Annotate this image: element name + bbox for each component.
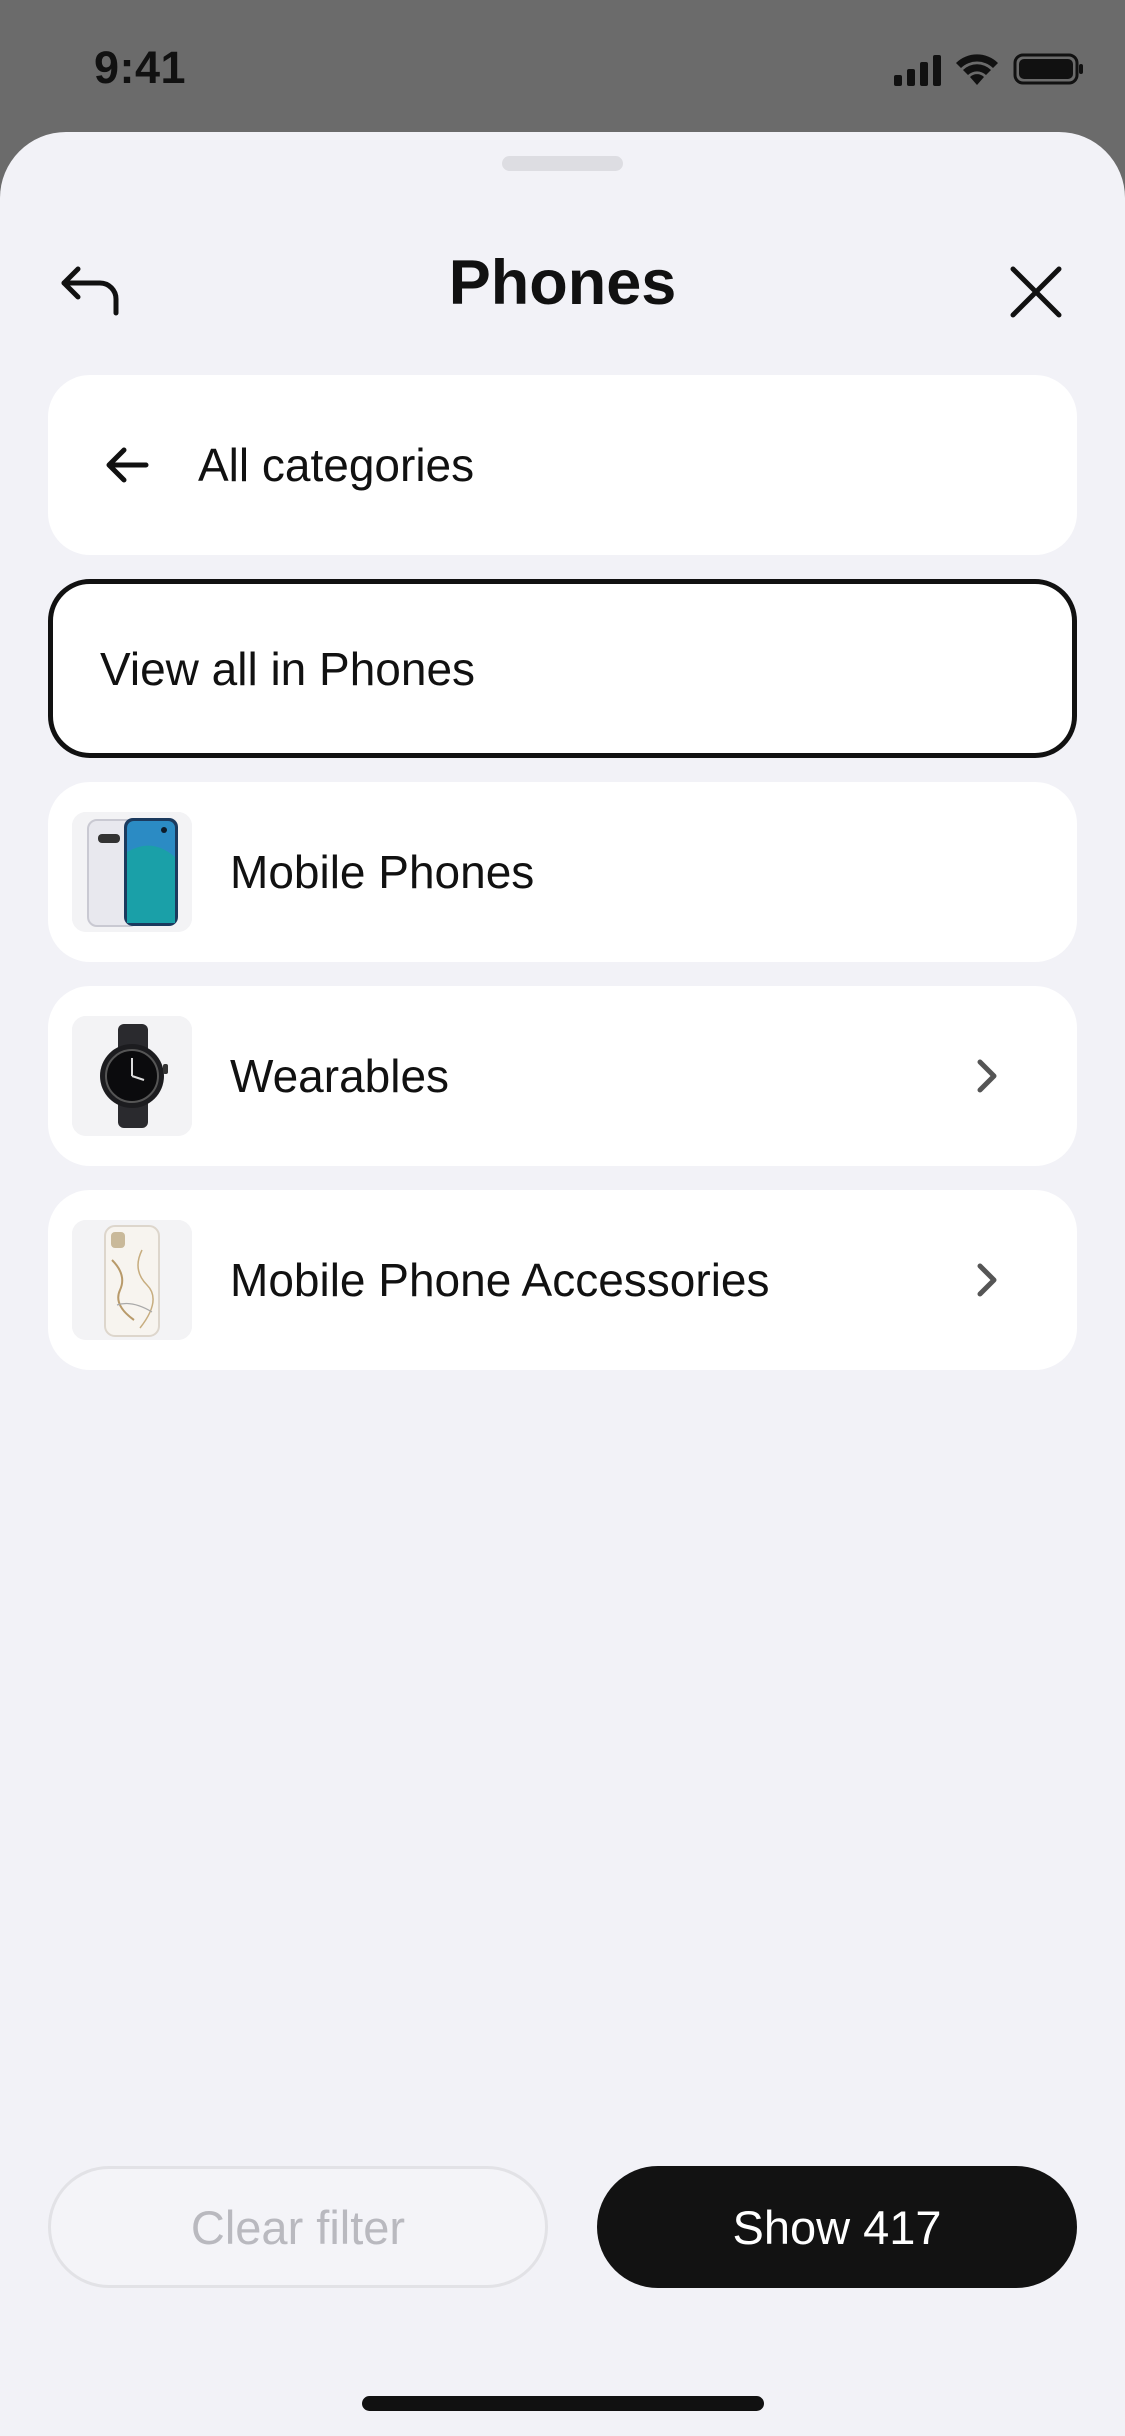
category-item-label: Mobile Phone Accessories xyxy=(230,1254,770,1306)
sheet-grabber[interactable] xyxy=(502,156,623,171)
status-bar: 9:41 xyxy=(0,0,1125,132)
category-list: All categories View all in Phones Mobile… xyxy=(48,375,1077,1394)
show-results-button[interactable]: Show 417 xyxy=(597,2166,1077,2288)
status-time: 9:41 xyxy=(94,42,187,93)
battery-icon xyxy=(1013,53,1083,85)
wifi-icon xyxy=(956,54,998,85)
category-item-label: Wearables xyxy=(230,1050,450,1102)
category-item-label: Mobile Phones xyxy=(230,846,535,898)
home-indicator[interactable] xyxy=(362,2396,764,2411)
chevron-right-icon xyxy=(977,1059,997,1093)
category-item-mobile-phones[interactable]: Mobile Phones xyxy=(48,782,1077,962)
clear-filter-button[interactable]: Clear filter xyxy=(48,2166,548,2288)
sheet-footer: Clear filter Show 417 xyxy=(48,2166,1077,2288)
category-item-mobile-phone-accessories[interactable]: Mobile Phone Accessories xyxy=(48,1190,1077,1370)
all-categories-label: All categories xyxy=(198,439,475,491)
category-sheet: Phones All categories View all in Phones xyxy=(0,132,1125,2436)
status-icons xyxy=(894,52,1085,86)
signal-icon xyxy=(894,54,941,86)
sheet-header: Phones xyxy=(0,237,1125,337)
page-title: Phones xyxy=(448,248,677,318)
chevron-right-icon xyxy=(977,1263,997,1297)
phone-case-thumbnail xyxy=(72,1220,192,1340)
smartwatch-thumbnail xyxy=(72,1016,192,1136)
screen: 9:41 Phones All categories View all in P… xyxy=(0,0,1125,2436)
view-all-row[interactable]: View all in Phones xyxy=(48,579,1077,758)
close-icon[interactable] xyxy=(1001,257,1071,327)
smartphone-thumbnail xyxy=(72,812,192,932)
view-all-label: View all in Phones xyxy=(100,642,476,695)
all-categories-row[interactable]: All categories xyxy=(48,375,1077,555)
category-item-wearables[interactable]: Wearables xyxy=(48,986,1077,1166)
arrow-left-icon xyxy=(106,447,149,483)
